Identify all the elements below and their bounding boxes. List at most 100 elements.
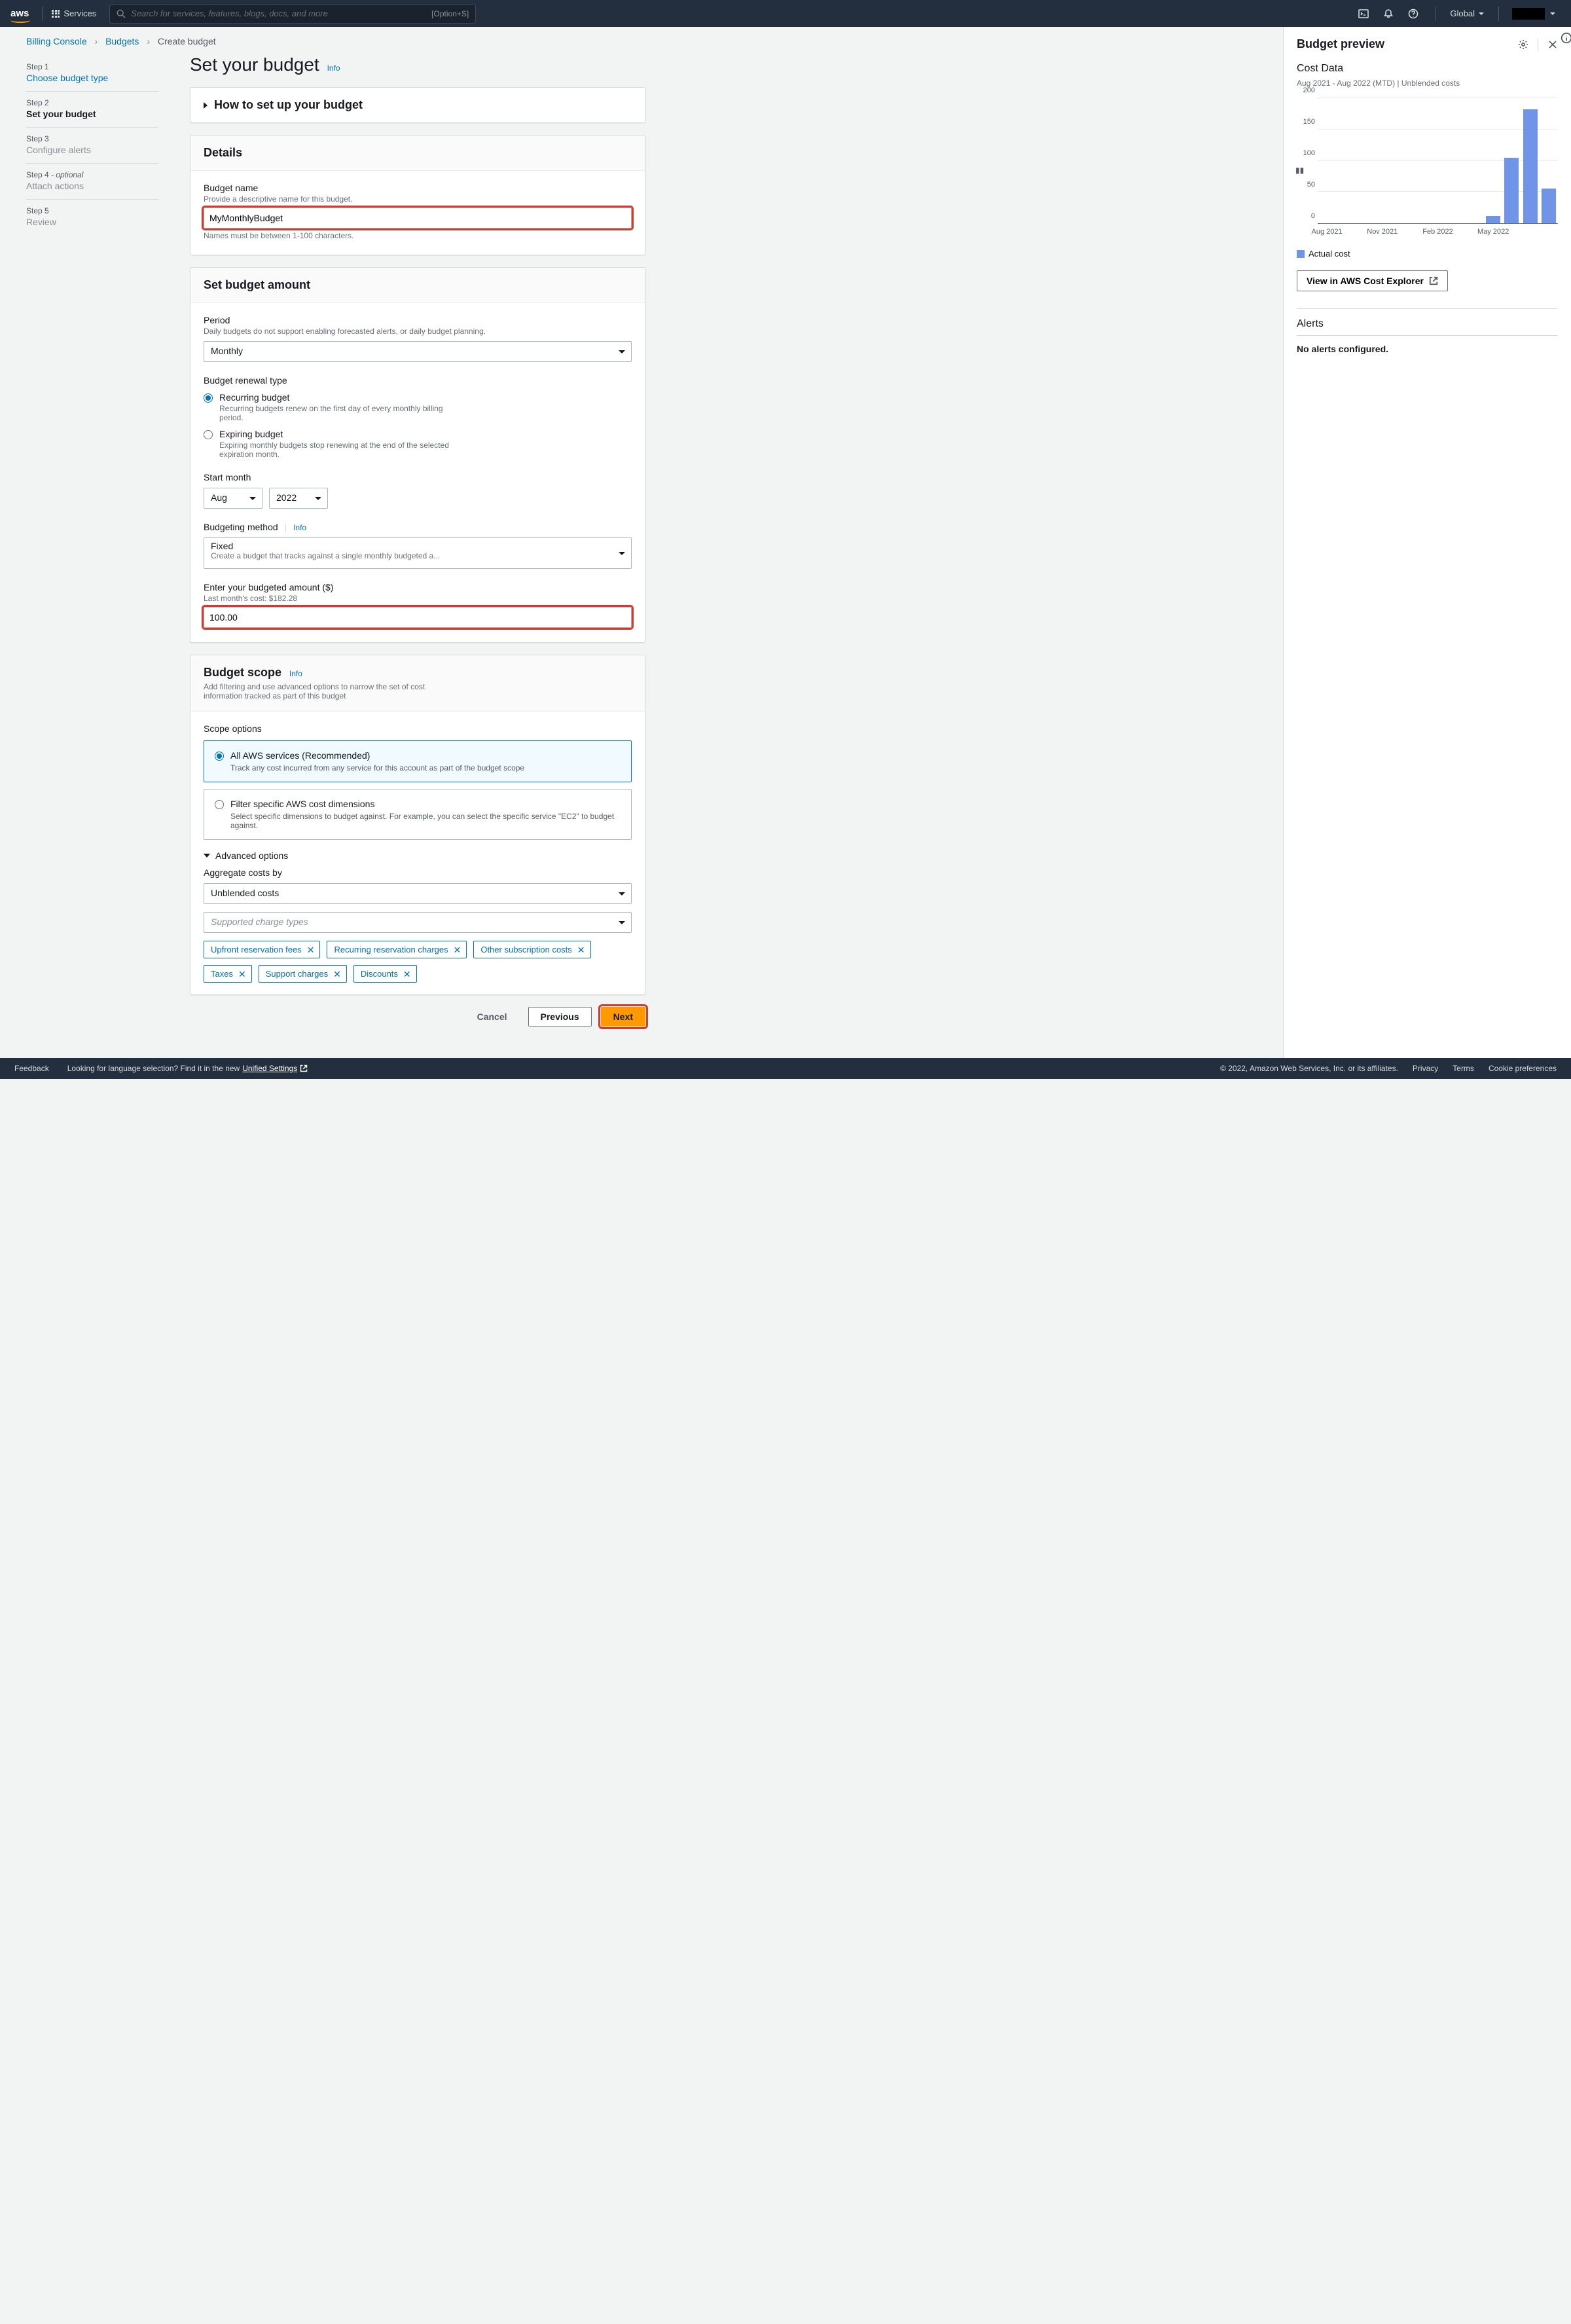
recurring-radio[interactable]: Recurring budget Recurring budgets renew… bbox=[204, 392, 632, 422]
search-shortcut: [Option+S] bbox=[431, 9, 469, 18]
renewal-label: Budget renewal type bbox=[204, 375, 632, 386]
legend-swatch bbox=[1297, 250, 1305, 258]
charge-type-tags: Upfront reservation fees✕ Recurring rese… bbox=[204, 941, 632, 983]
step-4: Step 4 - optional Attach actions bbox=[26, 164, 158, 200]
crumb-billing[interactable]: Billing Console bbox=[26, 36, 87, 46]
step-5: Step 5 Review bbox=[26, 200, 158, 235]
copyright: © 2022, Amazon Web Services, Inc. or its… bbox=[1220, 1064, 1398, 1073]
budget-name-input[interactable] bbox=[204, 208, 632, 228]
scope-all-card[interactable]: All AWS services (Recommended) Track any… bbox=[204, 740, 632, 782]
alerts-empty: No alerts configured. bbox=[1297, 344, 1558, 354]
title-info-link[interactable]: Info bbox=[327, 64, 340, 73]
step-3: Step 3 Configure alerts bbox=[26, 128, 158, 164]
terms-link[interactable]: Terms bbox=[1453, 1064, 1474, 1073]
howto-panel[interactable]: How to set up your budget bbox=[190, 87, 645, 123]
preview-heading: Budget preview bbox=[1297, 37, 1509, 51]
scope-options-label: Scope options bbox=[204, 723, 632, 734]
close-icon[interactable]: ✕ bbox=[577, 945, 585, 954]
method-select[interactable]: Fixed Create a budget that tracks agains… bbox=[204, 537, 632, 569]
chevron-right-icon: › bbox=[95, 36, 98, 46]
chevron-right-icon: › bbox=[147, 36, 150, 46]
page-title: Set your budget bbox=[190, 54, 319, 75]
alerts-heading: Alerts bbox=[1297, 318, 1558, 336]
external-link-icon bbox=[1429, 276, 1438, 285]
footer: Feedback Looking for language selection?… bbox=[0, 1058, 1571, 1079]
chart-legend: Actual cost bbox=[1297, 249, 1558, 259]
details-panel: Details Budget name Provide a descriptiv… bbox=[190, 135, 645, 255]
close-icon[interactable]: ✕ bbox=[454, 945, 461, 954]
account-menu-caret[interactable] bbox=[1546, 12, 1555, 15]
region-selector[interactable]: Global bbox=[1450, 9, 1484, 18]
charge-types-select[interactable]: Supported charge types bbox=[204, 912, 632, 933]
close-icon[interactable]: ✕ bbox=[238, 970, 246, 979]
notifications-icon[interactable] bbox=[1382, 8, 1394, 20]
breadcrumb: Billing Console › Budgets › Create budge… bbox=[0, 27, 1283, 48]
method-info-link[interactable]: Info bbox=[293, 523, 306, 532]
scope-panel: Budget scope Info Add filtering and use … bbox=[190, 655, 645, 995]
wizard-steps: Step 1 Choose budget type Step 2 Set you… bbox=[0, 48, 164, 1058]
cloudshell-icon[interactable] bbox=[1358, 8, 1369, 20]
view-in-cost-explorer-button[interactable]: View in AWS Cost Explorer bbox=[1297, 270, 1448, 291]
close-icon[interactable] bbox=[1547, 39, 1558, 50]
cost-data-heading: Cost Data bbox=[1297, 63, 1558, 75]
help-icon[interactable] bbox=[1407, 8, 1419, 20]
radio-icon bbox=[215, 800, 224, 809]
tag-taxes[interactable]: Taxes✕ bbox=[204, 965, 252, 983]
top-nav: aws Services Search for services, featur… bbox=[0, 0, 1571, 27]
howto-heading: How to set up your budget bbox=[214, 98, 363, 112]
amount-heading: Set budget amount bbox=[204, 278, 310, 292]
cancel-button[interactable]: Cancel bbox=[465, 1008, 519, 1026]
tag-other-sub[interactable]: Other subscription costs✕ bbox=[473, 941, 590, 958]
global-search[interactable]: Search for services, features, blogs, do… bbox=[109, 4, 476, 24]
close-icon[interactable]: ✕ bbox=[333, 970, 341, 979]
scope-filter-card[interactable]: Filter specific AWS cost dimensions Sele… bbox=[204, 789, 632, 840]
budget-name-help: Provide a descriptive name for this budg… bbox=[204, 194, 632, 204]
close-icon[interactable]: ✕ bbox=[403, 970, 411, 979]
crumb-current: Create budget bbox=[158, 36, 216, 46]
tag-upfront[interactable]: Upfront reservation fees✕ bbox=[204, 941, 320, 958]
period-help: Daily budgets do not support enabling fo… bbox=[204, 327, 632, 336]
budget-preview-panel: Budget preview Cost Data Aug 2021 - Aug … bbox=[1283, 27, 1571, 1058]
radio-selected-icon bbox=[204, 393, 213, 403]
unified-settings-link[interactable]: Unified Settings bbox=[242, 1064, 297, 1073]
advanced-toggle[interactable]: Advanced options bbox=[204, 850, 632, 861]
account-menu[interactable] bbox=[1512, 8, 1545, 20]
cookie-prefs-link[interactable]: Cookie preferences bbox=[1489, 1064, 1557, 1073]
tag-support[interactable]: Support charges✕ bbox=[259, 965, 347, 983]
info-tab-icon[interactable] bbox=[1561, 32, 1571, 44]
close-icon[interactable]: ✕ bbox=[307, 945, 315, 954]
nav-separator bbox=[1498, 7, 1499, 21]
cost-data-range: Aug 2021 - Aug 2022 (MTD) | Unblended co… bbox=[1297, 79, 1558, 88]
expiring-radio[interactable]: Expiring budget Expiring monthly budgets… bbox=[204, 429, 632, 459]
nav-separator bbox=[42, 7, 43, 21]
aggregate-select[interactable]: Unblended costs bbox=[204, 883, 632, 904]
budget-name-label: Budget name bbox=[204, 183, 632, 193]
next-button[interactable]: Next bbox=[601, 1007, 645, 1026]
period-select[interactable]: Monthly bbox=[204, 341, 632, 362]
scope-info-link[interactable]: Info bbox=[289, 669, 302, 678]
previous-button[interactable]: Previous bbox=[528, 1007, 592, 1026]
start-month-label: Start month bbox=[204, 472, 632, 482]
crumb-budgets[interactable]: Budgets bbox=[105, 36, 139, 46]
radio-icon bbox=[204, 430, 213, 439]
chevron-down-icon bbox=[204, 854, 210, 858]
nav-separator bbox=[1435, 7, 1436, 21]
privacy-link[interactable]: Privacy bbox=[1413, 1064, 1438, 1073]
start-year-select[interactable]: 2022 bbox=[269, 488, 328, 509]
step-1[interactable]: Step 1 Choose budget type bbox=[26, 56, 158, 92]
settings-icon[interactable] bbox=[1518, 39, 1528, 50]
method-label: Budgeting method bbox=[204, 522, 278, 532]
amount-input[interactable] bbox=[204, 607, 632, 628]
scope-heading: Budget scope bbox=[204, 666, 281, 679]
services-link[interactable]: Services bbox=[63, 9, 96, 18]
radio-selected-icon bbox=[215, 752, 224, 761]
services-grid-icon[interactable] bbox=[52, 10, 60, 18]
feedback-link[interactable]: Feedback bbox=[14, 1064, 49, 1073]
tag-discounts[interactable]: Discounts✕ bbox=[353, 965, 417, 983]
start-month-select[interactable]: Aug bbox=[204, 488, 262, 509]
lang-hint: Looking for language selection? Find it … bbox=[67, 1064, 240, 1073]
scope-subheading: Add filtering and use advanced options t… bbox=[204, 682, 452, 700]
budget-name-rule: Names must be between 1-100 characters. bbox=[204, 231, 632, 240]
aws-logo[interactable]: aws bbox=[10, 8, 29, 19]
tag-recurring[interactable]: Recurring reservation charges✕ bbox=[327, 941, 467, 958]
